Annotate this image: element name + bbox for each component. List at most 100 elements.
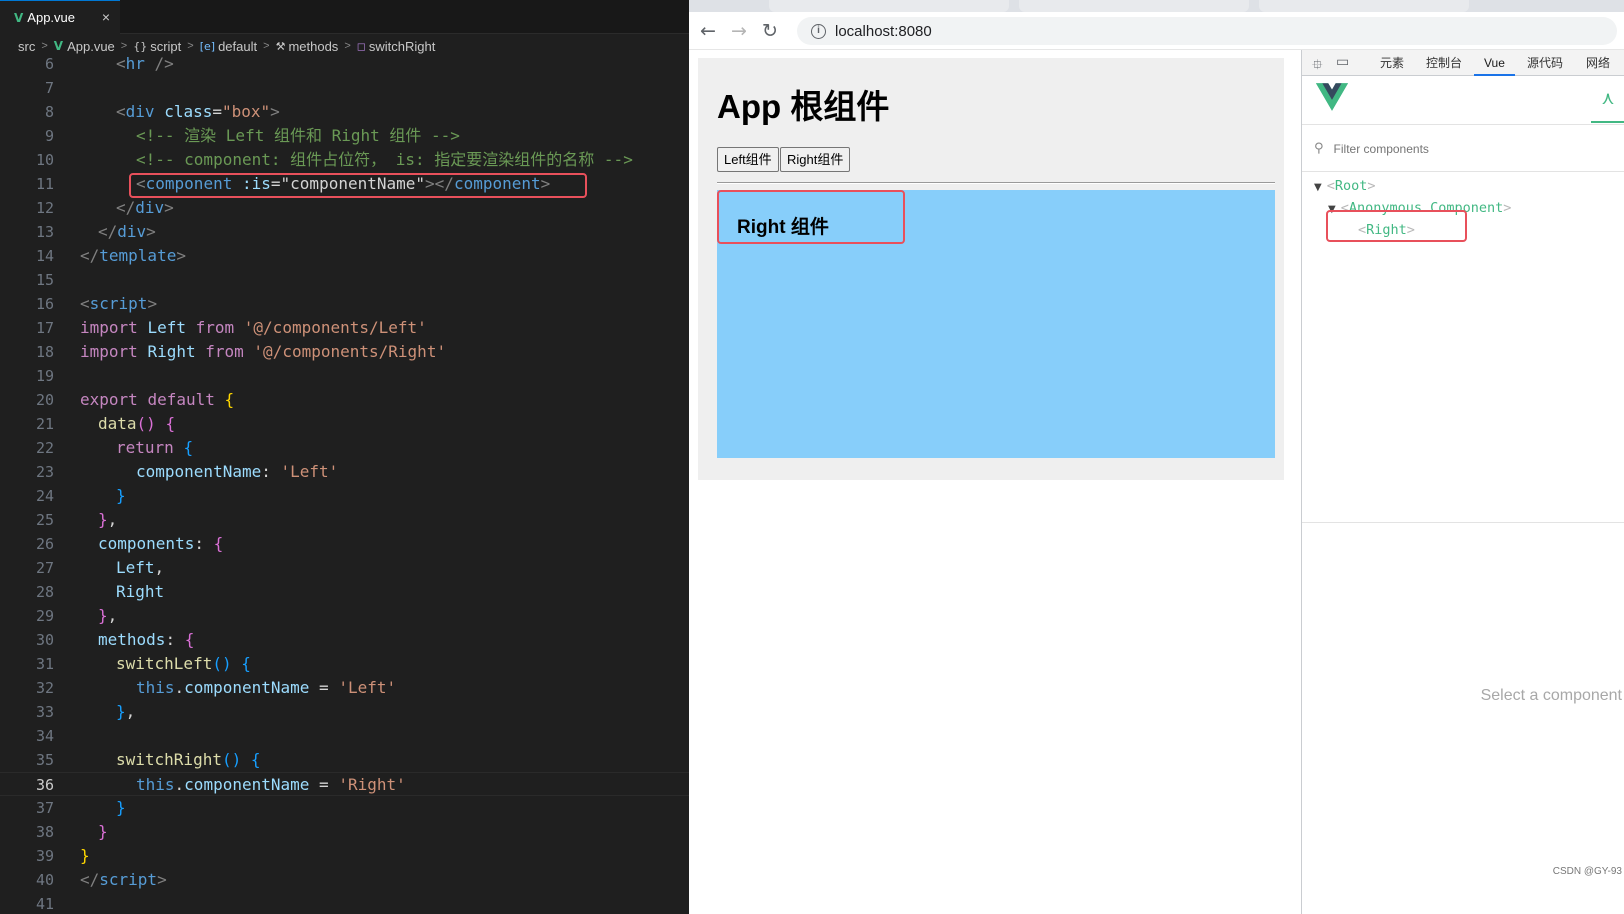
line-number: 36	[35, 776, 54, 794]
code-line: 13 </div>	[0, 220, 689, 244]
code-line: 26 components: {	[0, 532, 689, 556]
code-line: 18 import Right from '@/components/Right'	[0, 340, 689, 364]
line-number: 21	[35, 415, 54, 433]
line-number: 33	[35, 703, 54, 721]
line-number: 10	[35, 151, 54, 169]
tab-elements[interactable]: 元素	[1380, 50, 1404, 76]
vue-devtools-header: ⋏	[1302, 77, 1624, 125]
cube-icon: ◻	[356, 39, 366, 53]
line-number: 41	[35, 895, 54, 913]
line-number: 23	[35, 463, 54, 481]
back-arrow-icon[interactable]: ←	[700, 20, 716, 42]
code-line: 16 <script>	[0, 292, 689, 316]
tab-sources[interactable]: 源代码	[1527, 50, 1563, 76]
line-number: 14	[35, 247, 54, 265]
caret-down-icon[interactable]: ▼	[1314, 182, 1322, 193]
right-node-highlight	[1326, 210, 1467, 242]
editor-tab-app-vue[interactable]: V App.vue ×	[0, 0, 120, 34]
line-number: 25	[35, 511, 54, 529]
page-viewport: App 根组件 Left组件 Right组件 Right 组件	[689, 50, 1301, 914]
code-line: 29},	[0, 604, 689, 628]
component-tree-icon[interactable]: ⋏	[1591, 77, 1624, 123]
page-title: App 根组件	[717, 88, 890, 125]
line-number: 35	[35, 751, 54, 769]
chevron-right-icon: >	[344, 40, 351, 52]
code-line: 19	[0, 364, 689, 388]
inspect-element-icon[interactable]: ⯐	[1312, 54, 1323, 78]
code-line-current: 36 this.componentName = 'Right'	[0, 772, 689, 796]
divider	[1302, 522, 1624, 523]
code-line: 15	[0, 268, 689, 292]
forward-arrow-icon[interactable]: →	[731, 20, 747, 42]
line-number: 22	[35, 439, 54, 457]
left-component-button[interactable]: Left组件	[717, 147, 779, 172]
browser-tab[interactable]	[1259, 0, 1469, 12]
credit-text: CSDN @GY-93	[1552, 866, 1622, 877]
editor-tab-label: App.vue	[27, 10, 75, 25]
code-line: 37}	[0, 796, 689, 820]
line-number: 16	[35, 295, 54, 313]
code-line: 24}	[0, 484, 689, 508]
code-line: 38}	[0, 820, 689, 844]
line-number: 11	[35, 175, 54, 193]
right-component-button[interactable]: Right组件	[780, 147, 851, 172]
right-title-highlight	[717, 190, 905, 244]
line-number: 30	[35, 631, 54, 649]
line-number: 27	[35, 559, 54, 577]
line-number: 32	[35, 679, 54, 697]
code-line: 32 this.componentName = 'Left'	[0, 676, 689, 700]
line-number: 37	[35, 799, 54, 817]
filter-components-input[interactable]	[1333, 141, 1594, 156]
close-icon[interactable]: ×	[102, 9, 110, 25]
chevron-right-icon: >	[263, 40, 270, 52]
line-number: 34	[35, 727, 54, 745]
chevron-right-icon: >	[187, 40, 194, 52]
braces-icon: {}	[133, 39, 148, 53]
code-line: 27 Left,	[0, 556, 689, 580]
address-url[interactable]: localhost:8080	[835, 23, 932, 40]
code-line: 6 <hr />	[0, 52, 689, 76]
code-line: 20 export default {	[0, 388, 689, 412]
line-number: 12	[35, 199, 54, 217]
code-line: 41	[0, 892, 689, 914]
line-number: 29	[35, 607, 54, 625]
browser-tab[interactable]	[1019, 0, 1249, 12]
reload-icon[interactable]: ↻	[762, 20, 778, 42]
app-root-component: App 根组件 Left组件 Right组件 Right 组件	[698, 58, 1284, 480]
line-number: 19	[35, 367, 54, 385]
tab-console[interactable]: 控制台	[1426, 50, 1462, 76]
tab-vue[interactable]: Vue	[1474, 50, 1515, 76]
line-number: 28	[35, 583, 54, 601]
browser-toolbar: ← → ↻ i localhost:8080	[689, 12, 1624, 50]
device-toggle-icon[interactable]: ▭	[1336, 54, 1349, 70]
line-number: 20	[35, 391, 54, 409]
select-component-hint: Select a component	[1480, 687, 1622, 704]
tree-node-root[interactable]: ▼ <Root>	[1314, 178, 1376, 194]
browser-tab[interactable]	[769, 0, 1009, 12]
code-line: 7	[0, 76, 689, 100]
line-number: 39	[35, 847, 54, 865]
tab-network[interactable]: 网络	[1586, 50, 1610, 76]
component-box: Right 组件	[717, 190, 1275, 458]
code-line: 23 componentName: 'Left'	[0, 460, 689, 484]
address-bar[interactable]: i localhost:8080	[797, 17, 1617, 45]
code-line: 9 <!-- 渲染 Left 组件和 Right 组件 -->	[0, 124, 689, 148]
vue-file-icon: V	[53, 39, 64, 53]
filter-row: ⚲	[1302, 126, 1624, 172]
code-line: 30 methods: {	[0, 628, 689, 652]
devtools-panel: ⯐ ▭ 元素 控制台 Vue 源代码 网络 ⋏ ⚲ ▼<Root> ▼<Anon…	[1301, 50, 1624, 914]
code-line: 21 data() {	[0, 412, 689, 436]
component-line-highlight	[129, 173, 587, 198]
vue-logo-icon	[1316, 83, 1348, 111]
line-number: 24	[35, 487, 54, 505]
devtools-tab-bar: ⯐ ▭ 元素 控制台 Vue 源代码 网络	[1302, 50, 1624, 76]
code-editor[interactable]: V App.vue × src > V App.vue > {} script …	[0, 0, 689, 914]
info-icon[interactable]: i	[811, 23, 826, 39]
divider	[717, 182, 1275, 184]
code-line: 34	[0, 724, 689, 748]
code-line: 12 </div>	[0, 196, 689, 220]
browser-tab-strip	[689, 0, 1624, 12]
code-line: 10 <!-- component: 组件占位符， is: 指定要渲染组件的名称 …	[0, 148, 689, 172]
code-line: 35 switchRight() {	[0, 748, 689, 772]
code-line: 25},	[0, 508, 689, 532]
